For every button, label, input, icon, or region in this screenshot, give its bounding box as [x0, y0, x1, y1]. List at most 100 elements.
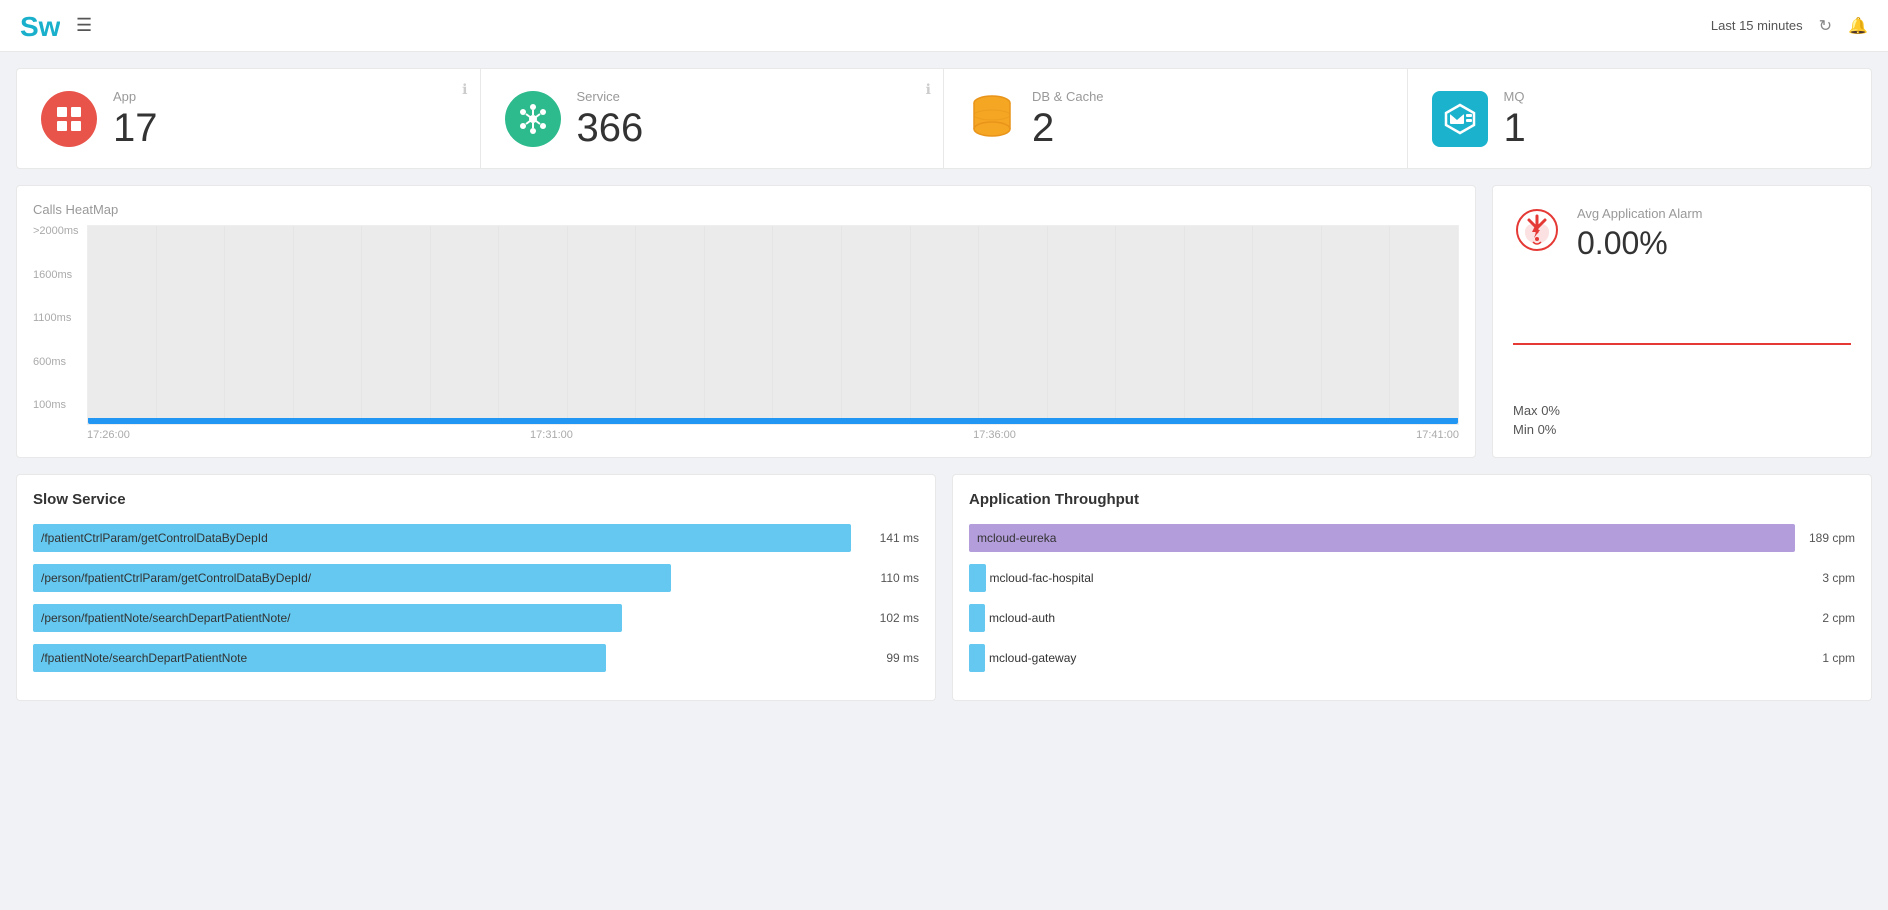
- mq-label: MQ: [1504, 89, 1526, 104]
- throughput-row-1[interactable]: mcloud-fac-hospital 3 cpm: [969, 564, 1855, 592]
- heatmap-col-9: [705, 226, 774, 424]
- throughput-val-3: 1 cpm: [1795, 651, 1855, 665]
- y-label-2: 1100ms: [33, 312, 85, 324]
- y-label-4: 100ms: [33, 399, 85, 411]
- bottom-row: Slow Service /fpatientCtrlParam/getContr…: [16, 474, 1872, 701]
- slow-bar-row-0[interactable]: /fpatientCtrlParam/getControlDataByDepId…: [33, 524, 919, 552]
- bell-icon[interactable]: 🔔: [1848, 16, 1868, 36]
- throughput-label-1: mcloud-fac-hospital: [990, 571, 1094, 585]
- header-right: Last 15 minutes ↻ 🔔: [1711, 16, 1868, 36]
- slow-bar-value-3: 99 ms: [859, 651, 919, 665]
- heatmap-cols: [88, 226, 1458, 424]
- alarm-max: Max 0%: [1513, 403, 1851, 418]
- slow-bar-1: /person/fpatientCtrlParam/getControlData…: [33, 564, 851, 592]
- heatmap-x-axis: 17:26:00 17:31:00 17:36:00 17:41:00: [87, 429, 1459, 441]
- alarm-value: 0.00%: [1577, 225, 1703, 262]
- db-card[interactable]: DB & Cache 2: [944, 69, 1408, 168]
- service-value: 366: [577, 108, 644, 148]
- app-card[interactable]: App 17 ℹ: [17, 69, 481, 168]
- heatmap-col-11: [842, 226, 911, 424]
- x-label-0: 17:26:00: [87, 429, 130, 441]
- alarm-min: Min 0%: [1513, 422, 1851, 437]
- alarm-icon: [1513, 206, 1561, 262]
- throughput-row-2[interactable]: mcloud-auth 2 cpm: [969, 604, 1855, 632]
- y-label-1: 1600ms: [33, 269, 85, 281]
- throughput-row-0[interactable]: mcloud-eureka 189 cpm: [969, 524, 1855, 552]
- heatmap-col-16: [1185, 226, 1254, 424]
- throughput-val-2: 2 cpm: [1795, 611, 1855, 625]
- slow-bar-2: /person/fpatientNote/searchDepartPatient…: [33, 604, 851, 632]
- throughput-val-1: 3 cpm: [1795, 571, 1855, 585]
- main-content: App 17 ℹ Service 366: [0, 52, 1888, 717]
- heatmap-container: >2000ms 1600ms 1100ms 600ms 100ms: [33, 225, 1459, 441]
- header-left: Sw ☰: [20, 8, 92, 44]
- service-card[interactable]: Service 366 ℹ: [481, 69, 945, 168]
- throughput-bar-wrap-3: mcloud-gateway: [969, 644, 1795, 672]
- app-card-content: App 17: [113, 89, 158, 148]
- mq-card[interactable]: MQ 1: [1408, 69, 1872, 168]
- heatmap-bottom-bar: [88, 418, 1458, 424]
- slow-service-panel: Slow Service /fpatientCtrlParam/getContr…: [16, 474, 936, 701]
- heatmap-col-13: [979, 226, 1048, 424]
- refresh-icon[interactable]: ↻: [1819, 16, 1832, 36]
- heatmap-col-7: [568, 226, 637, 424]
- service-label: Service: [577, 89, 644, 104]
- alarm-header: Avg Application Alarm 0.00%: [1513, 206, 1851, 262]
- slow-bar-0: /fpatientCtrlParam/getControlDataByDepId: [33, 524, 851, 552]
- throughput-bar-wrap-1: mcloud-fac-hospital: [969, 564, 1795, 592]
- slow-bar-fill-1: /person/fpatientCtrlParam/getControlData…: [33, 564, 671, 592]
- slow-bar-row-1[interactable]: /person/fpatientCtrlParam/getControlData…: [33, 564, 919, 592]
- logo[interactable]: Sw: [20, 8, 60, 44]
- heatmap-col-14: [1048, 226, 1117, 424]
- mq-icon: [1432, 91, 1488, 147]
- throughput-val-0: 189 cpm: [1795, 531, 1855, 545]
- throughput-bar-wrap-0: mcloud-eureka: [969, 524, 1795, 552]
- db-icon: [968, 93, 1016, 145]
- slow-bar-row-2[interactable]: /person/fpatientNote/searchDepartPatient…: [33, 604, 919, 632]
- throughput-label-2: mcloud-auth: [989, 611, 1055, 625]
- svg-text:Sw: Sw: [20, 11, 60, 42]
- heatmap-col-4: [362, 226, 431, 424]
- slow-bar-row-3[interactable]: /fpatientNote/searchDepartPatientNote 99…: [33, 644, 919, 672]
- db-value: 2: [1032, 108, 1104, 148]
- heatmap-col-15: [1116, 226, 1185, 424]
- service-card-content: Service 366: [577, 89, 644, 148]
- header: Sw ☰ Last 15 minutes ↻ 🔔: [0, 0, 1888, 52]
- heatmap-col-1: [157, 226, 226, 424]
- throughput-title: Application Throughput: [969, 491, 1855, 508]
- alarm-label: Avg Application Alarm: [1577, 206, 1703, 221]
- x-label-3: 17:41:00: [1416, 429, 1459, 441]
- heatmap-y-axis: >2000ms 1600ms 1100ms 600ms 100ms: [33, 225, 85, 411]
- service-info-icon[interactable]: ℹ: [926, 81, 931, 98]
- throughput-panel: Application Throughput mcloud-eureka 189…: [952, 474, 1872, 701]
- throughput-bar-3: [969, 644, 985, 672]
- throughput-row-3[interactable]: mcloud-gateway 1 cpm: [969, 644, 1855, 672]
- heatmap-col-2: [225, 226, 294, 424]
- app-info-icon[interactable]: ℹ: [462, 81, 467, 98]
- time-range-label: Last 15 minutes: [1711, 18, 1803, 33]
- alarm-chart-line: [1513, 343, 1851, 345]
- heatmap-col-8: [636, 226, 705, 424]
- alarm-panel: Avg Application Alarm 0.00% Max 0% Min 0…: [1492, 185, 1872, 458]
- slow-bar-fill-2: /person/fpatientNote/searchDepartPatient…: [33, 604, 622, 632]
- throughput-label-3: mcloud-gateway: [989, 651, 1076, 665]
- slow-bar-value-0: 141 ms: [859, 531, 919, 545]
- summary-cards: App 17 ℹ Service 366: [16, 68, 1872, 169]
- middle-row: Calls HeatMap >2000ms 1600ms 1100ms 600m…: [16, 185, 1872, 458]
- heatmap-grid: [87, 225, 1459, 425]
- slow-service-title: Slow Service: [33, 491, 919, 508]
- slow-bar-fill-3: /fpatientNote/searchDepartPatientNote: [33, 644, 606, 672]
- alarm-content: Avg Application Alarm 0.00%: [1577, 206, 1703, 262]
- y-label-0: >2000ms: [33, 225, 85, 237]
- throughput-bar-1: [969, 564, 986, 592]
- menu-icon[interactable]: ☰: [76, 15, 92, 36]
- throughput-bar-0: mcloud-eureka: [969, 524, 1795, 552]
- slow-bar-value-1: 110 ms: [859, 571, 919, 585]
- heatmap-panel: Calls HeatMap >2000ms 1600ms 1100ms 600m…: [16, 185, 1476, 458]
- x-label-2: 17:36:00: [973, 429, 1016, 441]
- throughput-bar-wrap-2: mcloud-auth: [969, 604, 1795, 632]
- db-card-content: DB & Cache 2: [1032, 89, 1104, 148]
- heatmap-col-6: [499, 226, 568, 424]
- x-label-1: 17:31:00: [530, 429, 573, 441]
- heatmap-col-10: [773, 226, 842, 424]
